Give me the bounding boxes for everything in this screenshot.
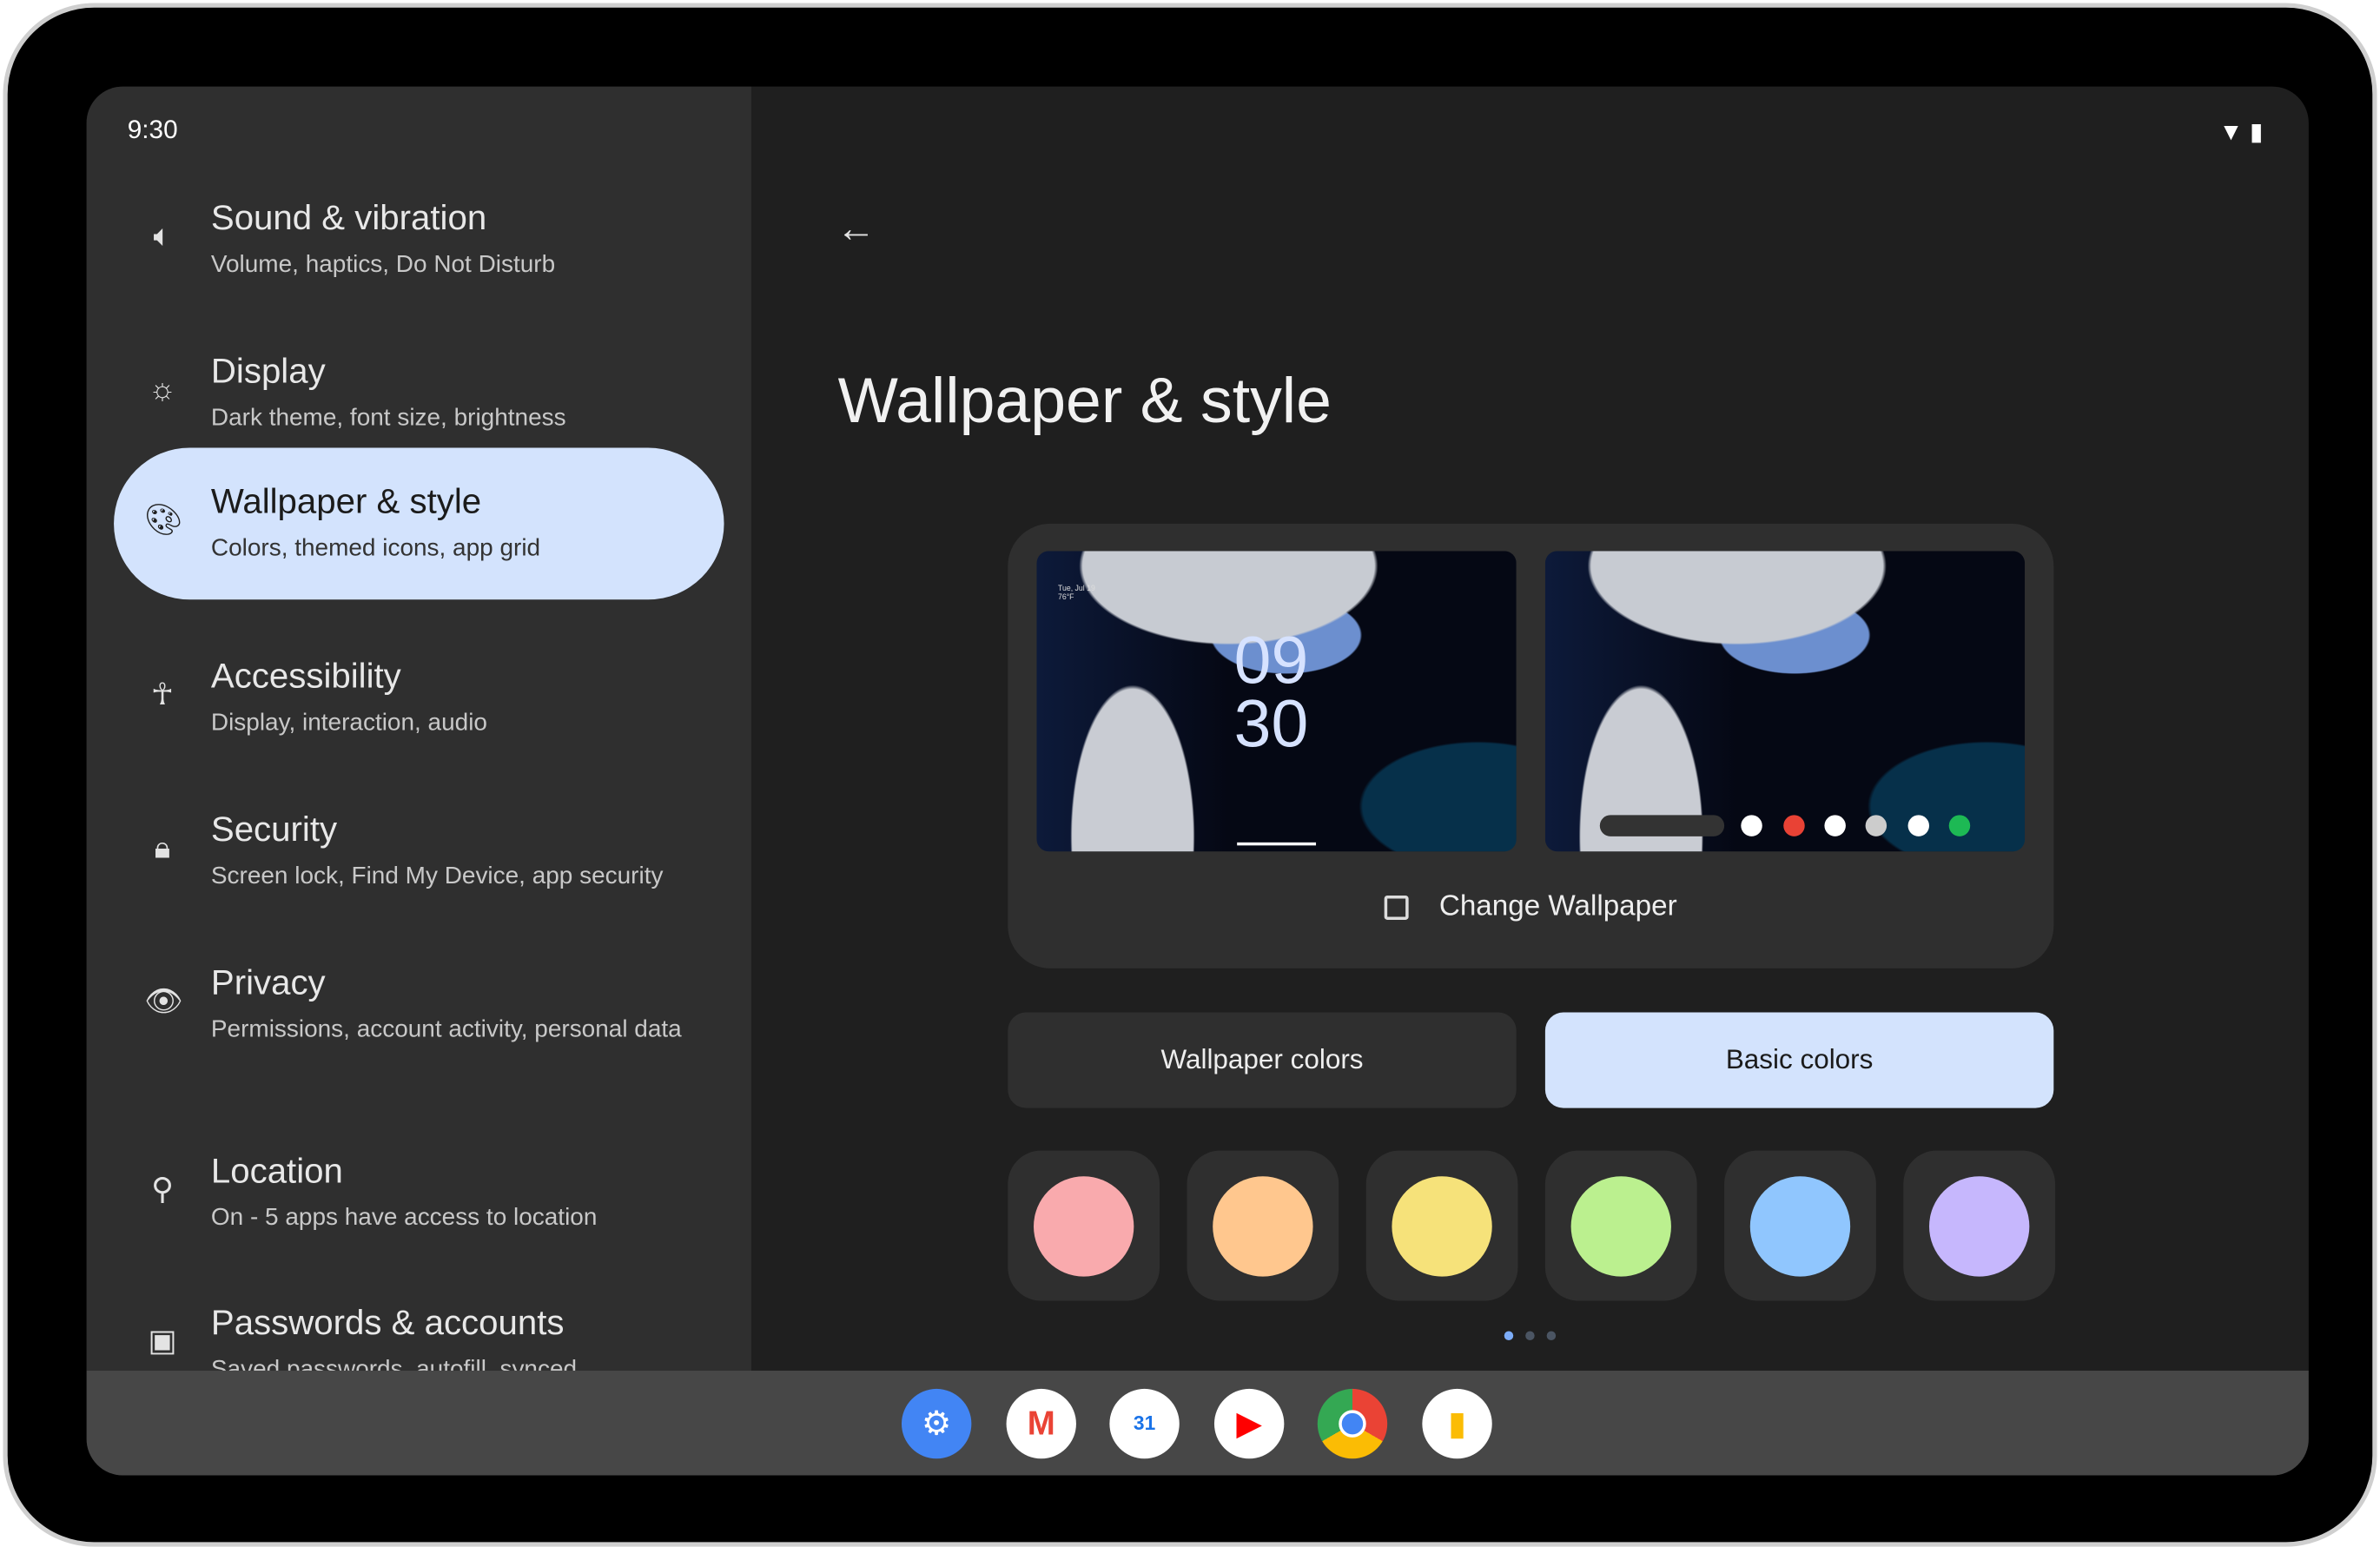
- item-title: Accessibility: [210, 655, 401, 696]
- page-dot[interactable]: [1546, 1331, 1557, 1340]
- sidebar-item-privacy[interactable]: 👁︎ Privacy Permissions, account activity, …: [114, 929, 724, 1111]
- item-subtitle: Volume, haptics, Do Not Disturb: [210, 252, 556, 278]
- sidebar-item-security[interactable]: 🔒︎ Security Screen lock, Find My Device, a…: [114, 776, 724, 928]
- privacy-eye-icon: 👁︎: [144, 985, 183, 1019]
- tab-wallpaper-colors[interactable]: Wallpaper colors: [1008, 1012, 1517, 1108]
- chrome-icon: [1783, 815, 1805, 836]
- chrome-app-icon[interactable]: [1317, 1388, 1388, 1459]
- swatch-circle: [1749, 1176, 1851, 1277]
- change-wallpaper-button[interactable]: Change Wallpaper: [1008, 891, 2053, 924]
- device-frame: 9:30 🔈︎ Sound & vibration Volume, haptics,…: [3, 3, 2377, 1547]
- status-time: 9:30: [127, 115, 178, 145]
- keep-app-icon[interactable]: ▮: [1422, 1388, 1492, 1459]
- camera-icon: [1865, 815, 1887, 836]
- swatch-circle: [1929, 1176, 2030, 1277]
- swatch-circle: [1570, 1176, 1671, 1277]
- status-icons: ▼ ▮: [2219, 117, 2264, 148]
- settings-app-icon[interactable]: ⚙: [901, 1388, 972, 1459]
- speaker-icon: 🔈︎: [153, 220, 172, 254]
- item-title: Sound & vibration: [210, 197, 487, 237]
- item-subtitle: On - 5 apps have access to location: [210, 1205, 598, 1232]
- maps-icon: [1907, 815, 1930, 836]
- wallpaper-preview-card: Tue, Jul 19 76°F 09 30 Change Wallpaper: [1008, 523, 2054, 969]
- location-pin-icon: ⚲: [151, 1173, 174, 1207]
- palette-icon: 🎨︎: [144, 504, 183, 538]
- wifi-icon: ▼: [2218, 120, 2244, 146]
- swatch-circle: [1034, 1176, 1134, 1277]
- item-title: Passwords & accounts: [210, 1302, 565, 1342]
- color-swatch[interactable]: [1365, 1150, 1518, 1301]
- item-title: Display: [210, 350, 326, 391]
- wallpaper-icon: [1384, 895, 1409, 920]
- screen: 9:30 🔈︎ Sound & vibration Volume, haptics,…: [86, 86, 2309, 1476]
- tab-basic-colors[interactable]: Basic colors: [1544, 1012, 2054, 1108]
- calendar-app-icon[interactable]: 31: [1109, 1388, 1180, 1459]
- item-title: Location: [210, 1150, 343, 1191]
- sidebar-item-display[interactable]: ☼ Display Dark theme, font size, brightnes…: [114, 317, 724, 469]
- sidebar-item-accessibility[interactable]: ☥ Accessibility Display, interaction, audi…: [114, 622, 724, 774]
- cash-icon: [1948, 815, 1971, 836]
- color-swatch[interactable]: [1724, 1150, 1876, 1301]
- settings-sidebar: 9:30 🔈︎ Sound & vibration Volume, haptics,…: [86, 86, 751, 1383]
- lock-icon: 🔒︎: [154, 831, 171, 866]
- lock-screen-preview[interactable]: Tue, Jul 19 76°F 09 30: [1036, 551, 1517, 852]
- taskbar: ⚙ M 31 ▶ ▮: [86, 1370, 2309, 1476]
- color-swatch[interactable]: [1903, 1150, 2056, 1301]
- back-arrow-icon[interactable]: ←: [836, 205, 876, 252]
- page-title: Wallpaper & style: [837, 364, 1332, 436]
- item-title: Wallpaper & style: [210, 480, 482, 521]
- color-swatch[interactable]: [1544, 1150, 1697, 1301]
- swatch-circle: [1392, 1176, 1492, 1277]
- item-subtitle: Colors, themed icons, app grid: [210, 535, 541, 562]
- color-swatch[interactable]: [1008, 1150, 1160, 1301]
- gmail-app-icon[interactable]: M: [1006, 1388, 1076, 1459]
- sidebar-item-sound[interactable]: 🔈︎ Sound & vibration Volume, haptics, Do N…: [114, 164, 724, 316]
- sidebar-item-location[interactable]: ⚲ Location On - 5 apps have access to loca…: [114, 1117, 724, 1269]
- gmail-icon: [1741, 815, 1762, 836]
- battery-icon: ▮: [2250, 120, 2264, 146]
- page-dot-active[interactable]: [1504, 1331, 1514, 1340]
- brightness-icon: ☼: [148, 373, 177, 407]
- item-subtitle: Permissions, account activity, personal …: [210, 1016, 682, 1043]
- item-subtitle: Screen lock, Find My Device, app securit…: [210, 863, 664, 890]
- search-bar: [1599, 815, 1725, 836]
- lock-clock: 09 30: [1233, 624, 1309, 763]
- home-indicator: [1237, 842, 1317, 846]
- account-box-icon: ▣: [148, 1325, 177, 1359]
- color-swatch[interactable]: [1187, 1150, 1339, 1301]
- item-title: Security: [210, 809, 338, 849]
- page-dot[interactable]: [1525, 1331, 1535, 1340]
- youtube-app-icon[interactable]: ▶: [1213, 1388, 1285, 1459]
- sidebar-item-wallpaper-style[interactable]: 🎨︎ Wallpaper & style Colors, themed icons,…: [114, 447, 724, 600]
- lock-date: Tue, Jul 19 76°F: [1057, 584, 1095, 603]
- calendar-icon: [1824, 815, 1846, 836]
- item-subtitle: Display, interaction, audio: [210, 710, 487, 737]
- accessibility-icon: ☥: [150, 678, 175, 712]
- home-screen-preview[interactable]: [1544, 551, 2026, 852]
- item-title: Privacy: [210, 962, 326, 1002]
- item-subtitle: Dark theme, font size, brightness: [210, 405, 566, 432]
- swatch-circle: [1213, 1176, 1313, 1277]
